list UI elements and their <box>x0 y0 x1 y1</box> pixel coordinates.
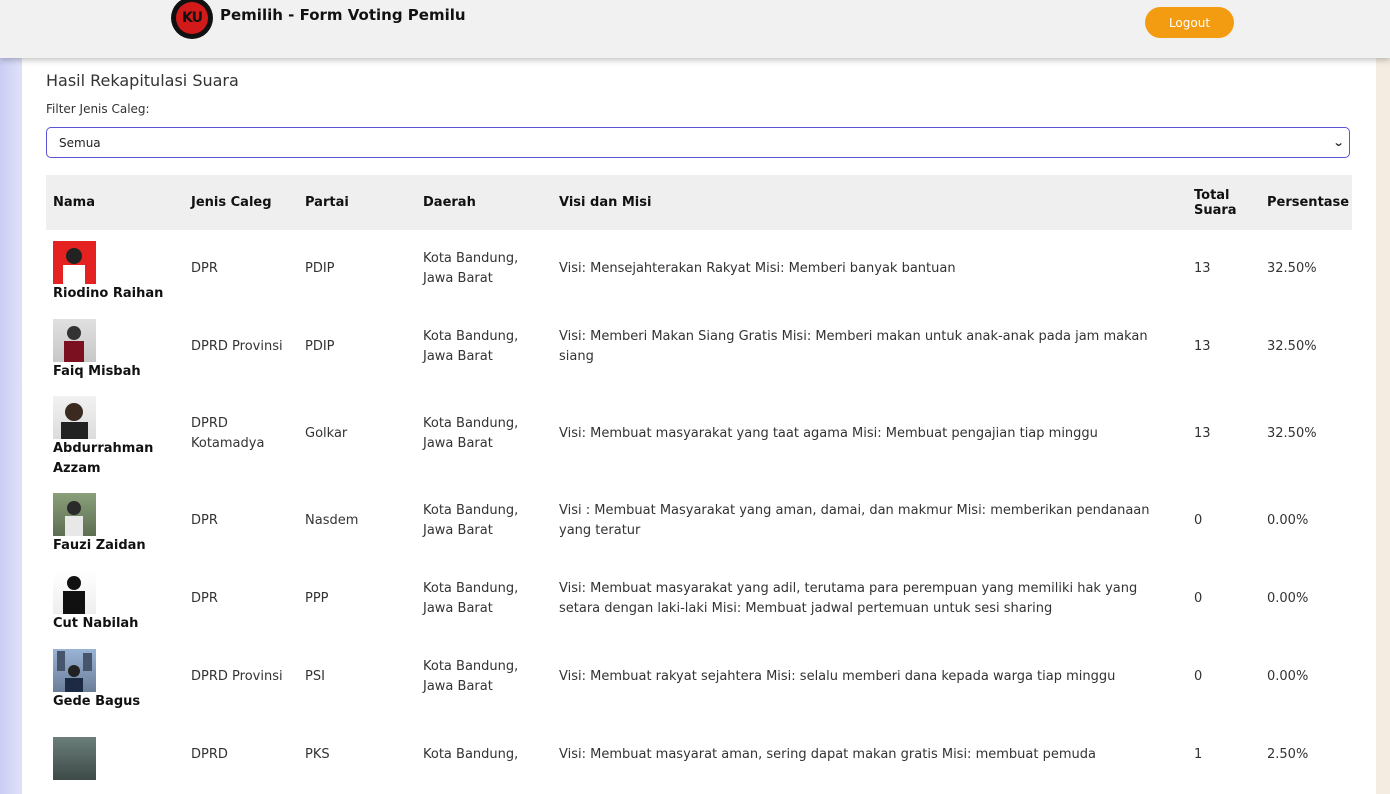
visi-misi-cell: Visi: Memberi Makan Siang Gratis Misi: M… <box>559 329 1148 364</box>
app-logo: KU <box>171 0 213 39</box>
visi-misi-cell: Visi : Membuat Masyarakat yang aman, dam… <box>559 503 1150 538</box>
column-header-daerah: Daerah <box>416 175 552 230</box>
candidate-name-cell: Cut Nabilah <box>46 560 184 638</box>
visi-misi-cell: Visi: Membuat masyarakat yang adil, teru… <box>559 581 1138 616</box>
candidate-name-cell: Fauzi Zaidan <box>46 482 184 560</box>
partai-cell: Golkar <box>305 426 348 441</box>
visi-misi-cell: Visi: Membuat rakyat sejahtera Misi: sel… <box>559 669 1116 684</box>
partai-cell: PSI <box>305 669 325 684</box>
candidate-name-cell: Gede Bagus <box>46 638 184 716</box>
candidate-photo <box>53 240 96 284</box>
daerah-cell: Kota Bandung, Jawa Barat <box>423 659 519 694</box>
table-row: Riodino Raihan DPR PDIP Kota Bandung, Ja… <box>46 230 1352 308</box>
daerah-cell: Kota Bandung, Jawa Barat <box>423 503 519 538</box>
main-content: Hasil Rekapitulasi Suara Filter Jenis Ca… <box>46 70 1352 794</box>
top-navbar: KU Pemilih - Form Voting Pemilu Logout <box>0 0 1390 58</box>
table-row: DPRD PKS Kota Bandung, Visi: Membuat mas… <box>46 716 1352 794</box>
chevron-down-icon: ⌄ <box>1332 136 1345 149</box>
persentase-cell: 2.50% <box>1267 747 1309 762</box>
total-suara-cell: 0 <box>1194 669 1203 684</box>
jenis-caleg-cell: DPR <box>191 513 218 528</box>
candidate-name: Gede Bagus <box>53 693 141 709</box>
table-row: Gede Bagus DPRD Provinsi PSI Kota Bandun… <box>46 638 1352 716</box>
candidate-photo <box>53 492 96 536</box>
candidate-name: Abdurrahman Azzam <box>53 440 154 476</box>
filter-label: Filter Jenis Caleg: <box>46 102 150 116</box>
daerah-cell: Kota Bandung, <box>423 747 519 762</box>
app-title: Pemilih - Form Voting Pemilu <box>220 6 466 24</box>
jenis-caleg-cell: DPRD Kotamadya <box>191 416 265 451</box>
page-title: Hasil Rekapitulasi Suara <box>46 71 239 90</box>
persentase-cell: 0.00% <box>1267 669 1309 684</box>
table-row: Faiq Misbah DPRD Provinsi PDIP Kota Band… <box>46 308 1352 386</box>
visi-misi-cell: Visi: Mensejahterakan Rakyat Misi: Membe… <box>559 261 956 276</box>
total-suara-cell: 13 <box>1194 426 1211 441</box>
candidate-photo <box>53 318 96 362</box>
candidate-photo <box>53 570 96 614</box>
candidate-name-cell: Abdurrahman Azzam <box>46 386 184 482</box>
total-suara-cell: 0 <box>1194 591 1203 606</box>
results-table: Nama Jenis Caleg Partai Daerah Visi dan … <box>46 175 1352 794</box>
jenis-caleg-cell: DPR <box>191 591 218 606</box>
daerah-cell: Kota Bandung, Jawa Barat <box>423 416 519 451</box>
column-header-partai: Partai <box>298 175 416 230</box>
table-header-row: Nama Jenis Caleg Partai Daerah Visi dan … <box>46 175 1352 230</box>
visi-misi-cell: Visi: Membuat masyarat aman, sering dapa… <box>559 747 1096 762</box>
candidate-photo <box>53 395 96 439</box>
candidate-name-cell: Riodino Raihan <box>46 230 184 308</box>
partai-cell: Nasdem <box>305 513 359 528</box>
column-header-jenis-caleg: Jenis Caleg <box>184 175 298 230</box>
candidate-name-cell <box>46 716 184 794</box>
partai-cell: PKS <box>305 747 330 762</box>
jenis-caleg-cell: DPRD <box>191 747 228 762</box>
partai-cell: PDIP <box>305 339 335 354</box>
jenis-caleg-cell: DPRD Provinsi <box>191 339 283 354</box>
table-row: Cut Nabilah DPR PPP Kota Bandung, Jawa B… <box>46 560 1352 638</box>
logout-button[interactable]: Logout <box>1145 7 1234 38</box>
total-suara-cell: 0 <box>1194 513 1203 528</box>
candidate-photo <box>53 648 96 692</box>
visi-misi-cell: Visi: Membuat masyarakat yang taat agama… <box>559 426 1098 441</box>
candidate-name-cell: Faiq Misbah <box>46 308 184 386</box>
candidate-name: Riodino Raihan <box>53 285 164 301</box>
total-suara-cell: 1 <box>1194 747 1203 762</box>
candidate-name: Faiq Misbah <box>53 363 141 379</box>
column-header-visi-misi: Visi dan Misi <box>552 175 1187 230</box>
candidate-name: Cut Nabilah <box>53 615 139 631</box>
table-row: Abdurrahman Azzam DPRD Kotamadya Golkar … <box>46 386 1352 482</box>
daerah-cell: Kota Bandung, Jawa Barat <box>423 581 519 616</box>
filter-selected-value: Semua <box>59 135 101 150</box>
column-header-nama: Nama <box>46 175 184 230</box>
jenis-caleg-cell: DPR <box>191 261 218 276</box>
persentase-cell: 32.50% <box>1267 426 1317 441</box>
persentase-cell: 0.00% <box>1267 591 1309 606</box>
column-header-persentase: Persentase <box>1260 175 1352 230</box>
table-row: Fauzi Zaidan DPR Nasdem Kota Bandung, Ja… <box>46 482 1352 560</box>
partai-cell: PPP <box>305 591 329 606</box>
partai-cell: PDIP <box>305 261 335 276</box>
persentase-cell: 0.00% <box>1267 513 1309 528</box>
candidate-photo <box>53 736 96 780</box>
jenis-caleg-cell: DPRD Provinsi <box>191 669 283 684</box>
filter-jenis-caleg-select[interactable]: Semua ⌄ <box>46 127 1350 158</box>
column-header-total-suara: Total Suara <box>1187 175 1260 230</box>
logo-emblem: KU <box>176 2 208 34</box>
candidate-name: Fauzi Zaidan <box>53 537 146 553</box>
persentase-cell: 32.50% <box>1267 339 1317 354</box>
persentase-cell: 32.50% <box>1267 261 1317 276</box>
total-suara-cell: 13 <box>1194 261 1211 276</box>
total-suara-cell: 13 <box>1194 339 1211 354</box>
daerah-cell: Kota Bandung, Jawa Barat <box>423 251 519 286</box>
daerah-cell: Kota Bandung, Jawa Barat <box>423 329 519 364</box>
